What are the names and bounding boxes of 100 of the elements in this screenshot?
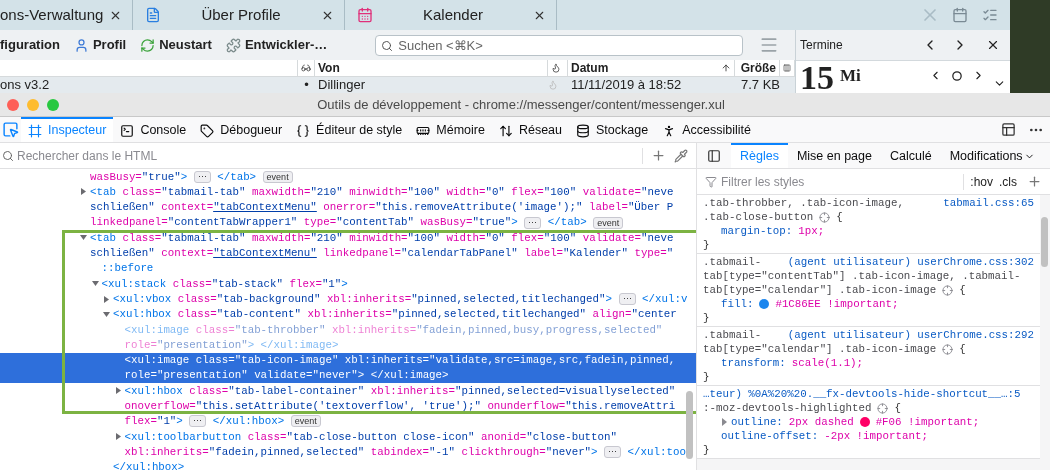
tool-tab[interactable]: Débogueur — [193, 117, 290, 142]
markup-attribute: role="presentation"> — [124, 337, 255, 353]
css-value[interactable]: scale(1.1); — [791, 356, 864, 370]
tool-tab[interactable]: Stockage — [569, 117, 656, 142]
markup-badge[interactable]: ⋯ — [604, 446, 622, 458]
add-node-icon[interactable] — [651, 148, 666, 163]
rule-selector: .tab-close-button — [703, 210, 814, 224]
css-value[interactable]: 1px; — [798, 224, 825, 238]
markup-badge[interactable]: ⋯ — [189, 415, 207, 428]
markup-attribute: linkedpanel="calendarTabPanel" — [323, 246, 518, 262]
close-window-light[interactable] — [7, 98, 19, 111]
tool-tab[interactable]: Inspecteur — [21, 117, 114, 142]
collapse-triangle-icon[interactable] — [79, 233, 88, 243]
toggle-button[interactable]: :hov — [970, 172, 993, 191]
markup-attribute: flex="1"> — [124, 414, 183, 430]
css-value[interactable]: #F06 !important; — [875, 415, 980, 429]
scrollbar[interactable] — [1041, 217, 1048, 267]
expand-triangle-icon[interactable] — [113, 386, 123, 396]
css-value[interactable]: 2px dashed — [788, 415, 854, 429]
style-filter-field[interactable]: Filtrer les styles — [721, 172, 964, 191]
markup-badge[interactable]: event — [290, 415, 321, 428]
add-rule-icon[interactable] — [1027, 174, 1042, 189]
css-property[interactable]: fill: — [721, 297, 754, 311]
markup-attribute: schließen" — [90, 246, 155, 262]
close-icon[interactable] — [986, 38, 1000, 52]
toggle-button[interactable]: .cls — [999, 172, 1017, 191]
css-property[interactable]: outline: — [731, 415, 783, 429]
markup-attribute[interactable]: context="tabContextMenu" — [161, 199, 317, 216]
tool-tab[interactable]: Mémoire — [409, 117, 492, 142]
scrollbar[interactable] — [686, 391, 693, 459]
markup-tag: <tab — [90, 183, 116, 201]
markup-attribute: class="tab-stack" — [172, 276, 283, 292]
rule-source-link[interactable]: tabmail.css:65 — [943, 196, 1034, 210]
css-value[interactable]: #1C86EE !important; — [775, 297, 899, 311]
markup-attribute: flex="1"> — [289, 276, 348, 292]
column-header[interactable]: Größe — [735, 60, 780, 76]
column-header[interactable] — [298, 60, 315, 76]
markup-attribute: class="tab-throbber" — [195, 322, 326, 338]
panel-toggle-icon[interactable] — [707, 148, 721, 163]
markup-badge[interactable]: ⋯ — [193, 170, 211, 183]
circle-icon[interactable] — [952, 71, 962, 81]
selected-markup-row[interactable]: <xul:image class="tab-icon-image" xbl:inherits="validate,src=image,src,fadein,pinned, role="presentation" validate="never"> </xul:image> — [0, 352, 696, 384]
markup-badge[interactable]: event — [593, 216, 624, 229]
crosshair-icon[interactable] — [819, 211, 831, 223]
expand-triangle-icon[interactable] — [721, 418, 728, 426]
css-property[interactable]: margin-top: — [721, 224, 793, 238]
layout-icon[interactable] — [1001, 122, 1016, 137]
sidebar-tab[interactable]: Calculé — [881, 143, 941, 168]
markup-tag: <xul:stack — [101, 275, 167, 292]
html-search-field[interactable]: Rechercher dans le HTML — [17, 146, 642, 165]
columns-icon — [783, 63, 791, 73]
rule-source-link[interactable]: (agent utilisateur) userChrome.css:302 — [787, 255, 1034, 269]
toolbar-button[interactable]: figuration — [0, 35, 60, 55]
markup-badge[interactable]: ⋯ — [618, 293, 636, 305]
collapse-triangle-icon[interactable] — [90, 279, 100, 289]
crosshair-icon[interactable] — [942, 343, 954, 355]
message-row[interactable]: ons v3.2 • Dillinger 11/11/2019 à 18:52 7.7 KB — [0, 77, 795, 93]
toolbar-button[interactable]: Profil — [73, 35, 127, 55]
markup-attribute[interactable]: context="tabContextMenu" — [161, 245, 317, 262]
rule-source-link[interactable]: …teur) %0A%20%20.__fx-devtools-hide-shortcut__…:5 — [703, 387, 1021, 401]
expand-triangle-icon[interactable] — [79, 187, 88, 197]
color-swatch[interactable] — [759, 299, 770, 309]
sidebar-tab[interactable]: Mise en page — [787, 143, 881, 168]
tool-tab[interactable]: Réseau — [491, 117, 569, 142]
toolbar-button[interactable]: Neustart — [140, 35, 212, 55]
sidebar-tab[interactable]: Règles — [731, 143, 788, 168]
sort-arrow-icon — [721, 63, 731, 73]
markup-tag: <xul:image — [124, 321, 190, 338]
markup-attribute: type="contentTab" — [303, 215, 415, 231]
eyedropper-icon[interactable] — [674, 148, 688, 163]
markup-tag: </tab> — [547, 214, 587, 231]
css-property[interactable]: outline-offset: — [721, 429, 819, 443]
calendar-icon[interactable] — [952, 7, 968, 23]
brace: } — [703, 239, 710, 251]
expand-triangle-icon[interactable] — [113, 432, 123, 442]
color-swatch[interactable] — [859, 417, 870, 427]
crosshair-icon[interactable] — [942, 284, 954, 296]
sidebar-tab[interactable]: Modifications — [940, 143, 1044, 168]
crosshair-icon[interactable] — [877, 402, 889, 414]
expand-triangle-icon[interactable] — [102, 294, 111, 304]
tool-tab[interactable]: Accessibilité — [655, 117, 758, 142]
column-header[interactable]: Datum — [568, 60, 735, 76]
toolbar-button[interactable]: Entwickler-… — [225, 35, 328, 55]
markup-badge[interactable]: event — [262, 170, 293, 183]
search-field[interactable]: Suchen <⌘K> — [375, 34, 744, 56]
tool-tab[interactable]: Console — [113, 117, 194, 142]
pick-element-icon[interactable] — [2, 121, 19, 138]
rule-selector: :-moz-devtools-highlighted — [703, 401, 872, 415]
markup-attribute: xbl:inherits="pinned,selected=visuallyselected" — [370, 383, 676, 399]
css-property[interactable]: transform: — [721, 356, 786, 370]
css-value[interactable]: -2px !important; — [824, 429, 928, 443]
markup-badge[interactable]: ⋯ — [524, 216, 542, 229]
rule-source-link[interactable]: (agent utilisateur) userChrome.css:292 — [787, 328, 1034, 342]
tool-tab[interactable]: Éditeur de style — [289, 117, 410, 142]
filter-icon — [705, 175, 717, 188]
task-list-icon[interactable] — [982, 7, 998, 23]
column-header[interactable]: Von — [315, 60, 548, 76]
rule-selector: .tabmail- — [703, 328, 762, 342]
markup-tag: <tab — [90, 229, 116, 246]
collapse-triangle-icon[interactable] — [102, 309, 111, 319]
